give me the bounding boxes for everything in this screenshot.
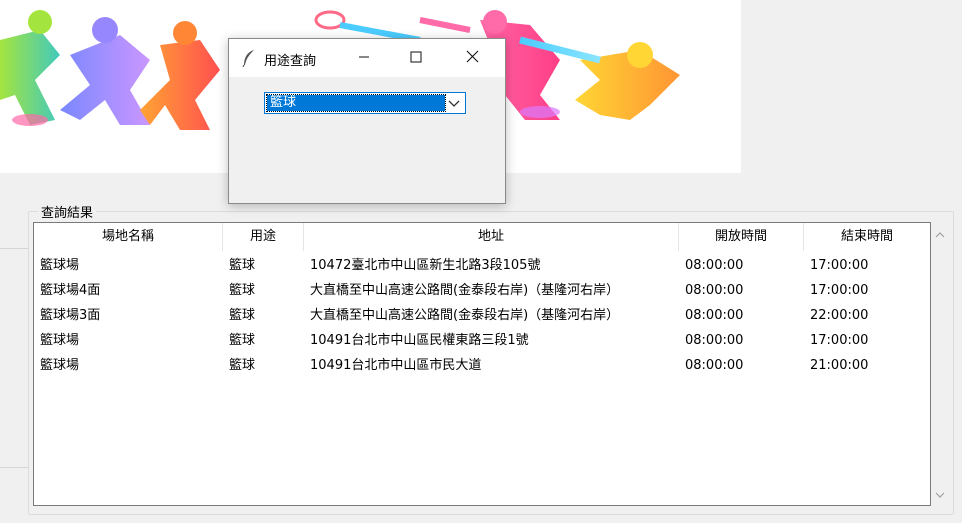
table-body: 籃球場 籃球 10472臺北市中山區新生北路3段105號 08:00:00 17… xyxy=(34,253,930,378)
cell-name: 籃球場 xyxy=(40,333,80,348)
results-table[interactable]: 場地名稱 用途 地址 開放時間 結束時間 籃球場 籃球 10472臺北市中山區新… xyxy=(33,222,931,506)
column-header-close-time[interactable]: 結束時間 xyxy=(804,223,930,251)
scroll-down-icon[interactable] xyxy=(930,484,950,504)
feather-icon xyxy=(241,49,257,68)
table-row[interactable]: 籃球場 籃球 10491台北市中山區市民大道 08:00:00 21:00:00 xyxy=(34,353,930,378)
cell-open-time: 08:00:00 xyxy=(685,333,744,348)
cell-name: 籃球場 xyxy=(40,358,80,373)
usage-combobox[interactable]: 籃球 xyxy=(264,92,466,114)
results-group-title: 查詢結果 xyxy=(38,202,97,221)
cell-address: 10472臺北市中山區新生北路3段105號 xyxy=(310,258,541,273)
cell-usage: 籃球 xyxy=(229,258,256,273)
cell-address: 10491台北市中山區民權東路三段1號 xyxy=(310,333,529,348)
column-header-address[interactable]: 地址 xyxy=(304,223,679,251)
side-panel-frame xyxy=(0,248,28,468)
column-header-usage[interactable]: 用途 xyxy=(223,223,304,251)
table-row[interactable]: 籃球場4面 籃球 大直橋至中山高速公路間(金泰段右岸)（基隆河右岸） 08:00… xyxy=(34,278,930,303)
minimize-button[interactable] xyxy=(341,39,387,77)
cell-open-time: 08:00:00 xyxy=(685,358,744,373)
maximize-icon xyxy=(410,51,422,63)
table-row[interactable]: 籃球場 籃球 10472臺北市中山區新生北路3段105號 08:00:00 17… xyxy=(34,253,930,278)
cell-close-time: 17:00:00 xyxy=(810,283,869,298)
cell-address: 大直橋至中山高速公路間(金泰段右岸)（基隆河右岸） xyxy=(310,283,620,298)
cell-close-time: 21:00:00 xyxy=(810,358,869,373)
table-header: 場地名稱 用途 地址 開放時間 結束時間 xyxy=(34,223,930,251)
cell-open-time: 08:00:00 xyxy=(685,283,744,298)
cell-address: 10491台北市中山區市民大道 xyxy=(310,358,482,373)
dialog-titlebar[interactable]: 用途查詢 xyxy=(229,39,505,77)
table-row[interactable]: 籃球場3面 籃球 大直橋至中山高速公路間(金泰段右岸)（基隆河右岸） 08:00… xyxy=(34,303,930,328)
scroll-up-icon[interactable] xyxy=(930,224,950,244)
cell-usage: 籃球 xyxy=(229,308,256,323)
cell-name: 籃球場 xyxy=(40,258,80,273)
cell-usage: 籃球 xyxy=(229,333,256,348)
usage-query-dialog: 用途查詢 籃球 xyxy=(228,38,506,204)
cell-name: 籃球場3面 xyxy=(40,308,101,323)
cell-close-time: 22:00:00 xyxy=(810,308,869,323)
cell-usage: 籃球 xyxy=(229,358,256,373)
cell-open-time: 08:00:00 xyxy=(685,258,744,273)
cell-close-time: 17:00:00 xyxy=(810,258,869,273)
table-row[interactable]: 籃球場 籃球 10491台北市中山區民權東路三段1號 08:00:00 17:0… xyxy=(34,328,930,353)
cell-address: 大直橋至中山高速公路間(金泰段右岸)（基隆河右岸） xyxy=(310,308,620,323)
cell-close-time: 17:00:00 xyxy=(810,333,869,348)
column-header-open-time[interactable]: 開放時間 xyxy=(679,223,804,251)
cell-name: 籃球場4面 xyxy=(40,283,101,298)
dialog-title: 用途查詢 xyxy=(264,54,317,69)
cell-usage: 籃球 xyxy=(229,283,256,298)
close-icon xyxy=(466,50,478,63)
combobox-selected-value: 籃球 xyxy=(266,94,446,112)
chevron-down-icon[interactable] xyxy=(445,94,463,112)
maximize-button[interactable] xyxy=(393,39,439,77)
vertical-scrollbar[interactable] xyxy=(930,222,950,504)
column-header-name[interactable]: 場地名稱 xyxy=(34,223,223,251)
cell-open-time: 08:00:00 xyxy=(685,308,744,323)
close-button[interactable] xyxy=(449,39,495,77)
minimize-icon xyxy=(359,56,369,58)
